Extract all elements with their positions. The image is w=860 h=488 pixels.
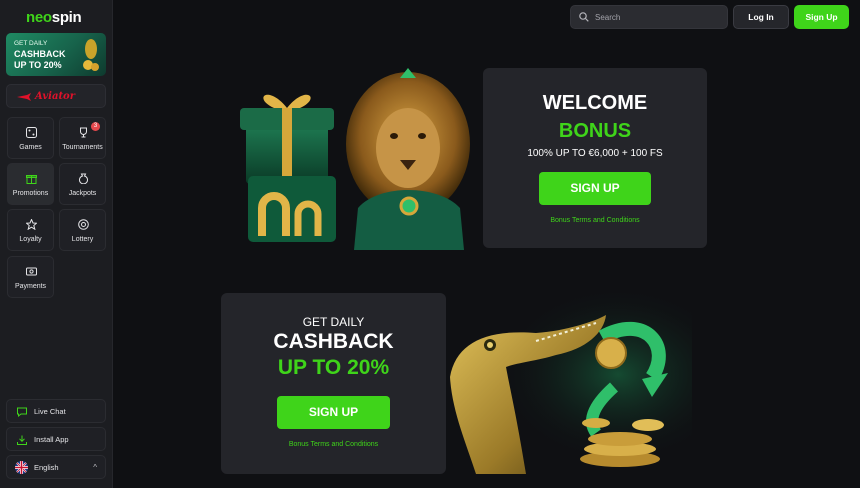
- search-input[interactable]: [595, 10, 721, 25]
- chat-icon: [17, 407, 27, 417]
- sidebar-item-tournaments[interactable]: 3 Tournaments: [59, 117, 106, 159]
- live-chat-label: Live Chat: [34, 407, 66, 416]
- welcome-bonus-card: WELCOME BONUS 100% UP TO €6,000 + 100 FS…: [483, 68, 707, 248]
- cashback-signup-button[interactable]: SIGN UP: [277, 396, 390, 429]
- bonus-subtitle: BONUS: [558, 120, 632, 142]
- jackpots-label: Jackpots: [68, 190, 97, 197]
- loyalty-label: Loyalty: [19, 236, 42, 243]
- search-icon: [579, 12, 589, 22]
- app-root: neospin GET DAILY CASHBACK UP TO 20% Avi…: [0, 0, 860, 488]
- sidebar: neospin GET DAILY CASHBACK UP TO 20% Avi…: [0, 0, 113, 488]
- aviator-label: Aviator: [35, 91, 75, 102]
- aviator-game-link[interactable]: Aviator: [6, 84, 106, 108]
- signup-button[interactable]: Sign Up: [794, 5, 849, 29]
- cashback-terms-link[interactable]: Bonus Terms and Conditions: [221, 441, 446, 448]
- login-button[interactable]: Log In: [733, 5, 789, 29]
- sidebar-item-jackpots[interactable]: Jackpots: [59, 163, 106, 205]
- plane-icon: [17, 93, 31, 101]
- promo-line1: GET DAILY: [14, 40, 48, 47]
- cashback-line3: UP TO 20%: [277, 356, 390, 379]
- games-label: Games: [19, 144, 42, 151]
- cashback-line2: CASHBACK: [273, 330, 394, 353]
- chevron-up-icon: ^: [93, 463, 97, 472]
- live-chat-button[interactable]: Live Chat: [6, 399, 106, 423]
- lottery-icon: [78, 219, 89, 230]
- trophy-icon: [80, 127, 87, 138]
- tournaments-badge: 3: [91, 122, 100, 131]
- logo-spin: spin: [51, 9, 82, 26]
- lottery-label: Lottery: [71, 236, 94, 243]
- promo-line2: CASHBACK: [14, 49, 66, 59]
- cashback-line1: GET DAILY: [302, 315, 365, 329]
- sidebar-item-promotions[interactable]: Promotions: [7, 163, 54, 205]
- sidebar-item-loyalty[interactable]: Loyalty: [7, 209, 54, 251]
- money-bag-icon: [79, 173, 88, 184]
- payments-icon: [26, 267, 37, 276]
- welcome-terms-link[interactable]: Bonus Terms and Conditions: [483, 217, 707, 224]
- download-icon: [17, 435, 27, 445]
- welcome-offer-text: 100% UP TO €6,000 + 100 FS: [527, 148, 663, 159]
- logo-neo: neo: [26, 9, 52, 26]
- welcome-title: WELCOME: [542, 92, 648, 114]
- payments-label: Payments: [14, 283, 47, 290]
- promotions-label: Promotions: [12, 190, 49, 197]
- crocodile-coins-illustration: [446, 293, 692, 474]
- dice-icon: [26, 127, 37, 138]
- tournaments-label: Tournaments: [62, 144, 103, 151]
- cashback-card: GET DAILY CASHBACK UP TO 20% SIGN UP Bon…: [221, 293, 446, 474]
- uk-flag-icon: [15, 461, 28, 474]
- install-app-button[interactable]: Install App: [6, 427, 106, 451]
- welcome-signup-button[interactable]: SIGN UP: [539, 172, 651, 205]
- language-selector[interactable]: English ^: [6, 455, 106, 479]
- star-icon: [26, 219, 37, 230]
- promo-line3: UP TO 20%: [14, 60, 62, 70]
- sidebar-item-games[interactable]: Games: [7, 117, 54, 159]
- crocodile-mascot-icon: [83, 39, 99, 71]
- neospin-logo[interactable]: neospin: [26, 9, 82, 26]
- lion-gift-illustration: [240, 68, 470, 250]
- language-label: English: [34, 463, 59, 472]
- gift-icon: [26, 175, 37, 184]
- cashback-promo-banner[interactable]: GET DAILY CASHBACK UP TO 20%: [6, 33, 106, 76]
- sidebar-item-payments[interactable]: Payments: [7, 256, 54, 298]
- sidebar-item-lottery[interactable]: Lottery: [59, 209, 106, 251]
- search-bar[interactable]: [570, 5, 728, 29]
- install-app-label: Install App: [34, 435, 69, 444]
